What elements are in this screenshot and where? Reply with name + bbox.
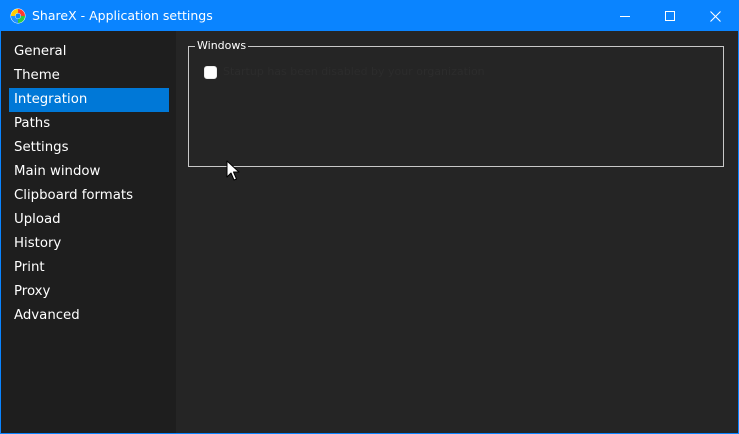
settings-sidebar: General Theme Integration Paths Settings… [1,31,176,433]
windows-groupbox: Windows Startup has been disabled by you… [188,39,724,167]
sidebar-item-advanced[interactable]: Advanced [9,304,169,328]
sidebar-item-paths[interactable]: Paths [9,112,169,136]
window-title: ShareX - Application settings [32,8,213,23]
sidebar-item-upload[interactable]: Upload [9,208,169,232]
settings-nav-list: General Theme Integration Paths Settings… [9,40,169,328]
sidebar-item-integration[interactable]: Integration [9,88,169,112]
sharex-logo-icon [10,8,26,24]
close-icon [709,7,721,26]
sidebar-item-proxy[interactable]: Proxy [9,280,169,304]
maximize-icon [664,7,676,26]
minimize-icon [619,7,631,26]
startup-checkbox[interactable] [204,65,217,79]
minimize-button[interactable] [602,1,648,31]
startup-checkbox-label: Startup has been disabled by your organi… [223,65,485,78]
sidebar-item-main-window[interactable]: Main window [9,160,169,184]
close-button[interactable] [692,1,738,31]
sidebar-item-theme[interactable]: Theme [9,64,169,88]
integration-panel: Windows Startup has been disabled by you… [176,31,738,433]
sidebar-item-settings[interactable]: Settings [9,136,169,160]
title-bar[interactable]: ShareX - Application settings [1,1,738,31]
sidebar-item-clipboard-formats[interactable]: Clipboard formats [9,184,169,208]
app-window: ShareX - Application settings General Th… [0,0,739,434]
sidebar-item-general[interactable]: General [9,40,169,64]
mouse-pointer-icon [226,160,240,182]
maximize-button[interactable] [647,1,693,31]
windows-group-title: Windows [195,39,249,53]
sidebar-item-print[interactable]: Print [9,256,169,280]
startup-checkbox-row: Startup has been disabled by your organi… [204,64,485,80]
sidebar-item-history[interactable]: History [9,232,169,256]
